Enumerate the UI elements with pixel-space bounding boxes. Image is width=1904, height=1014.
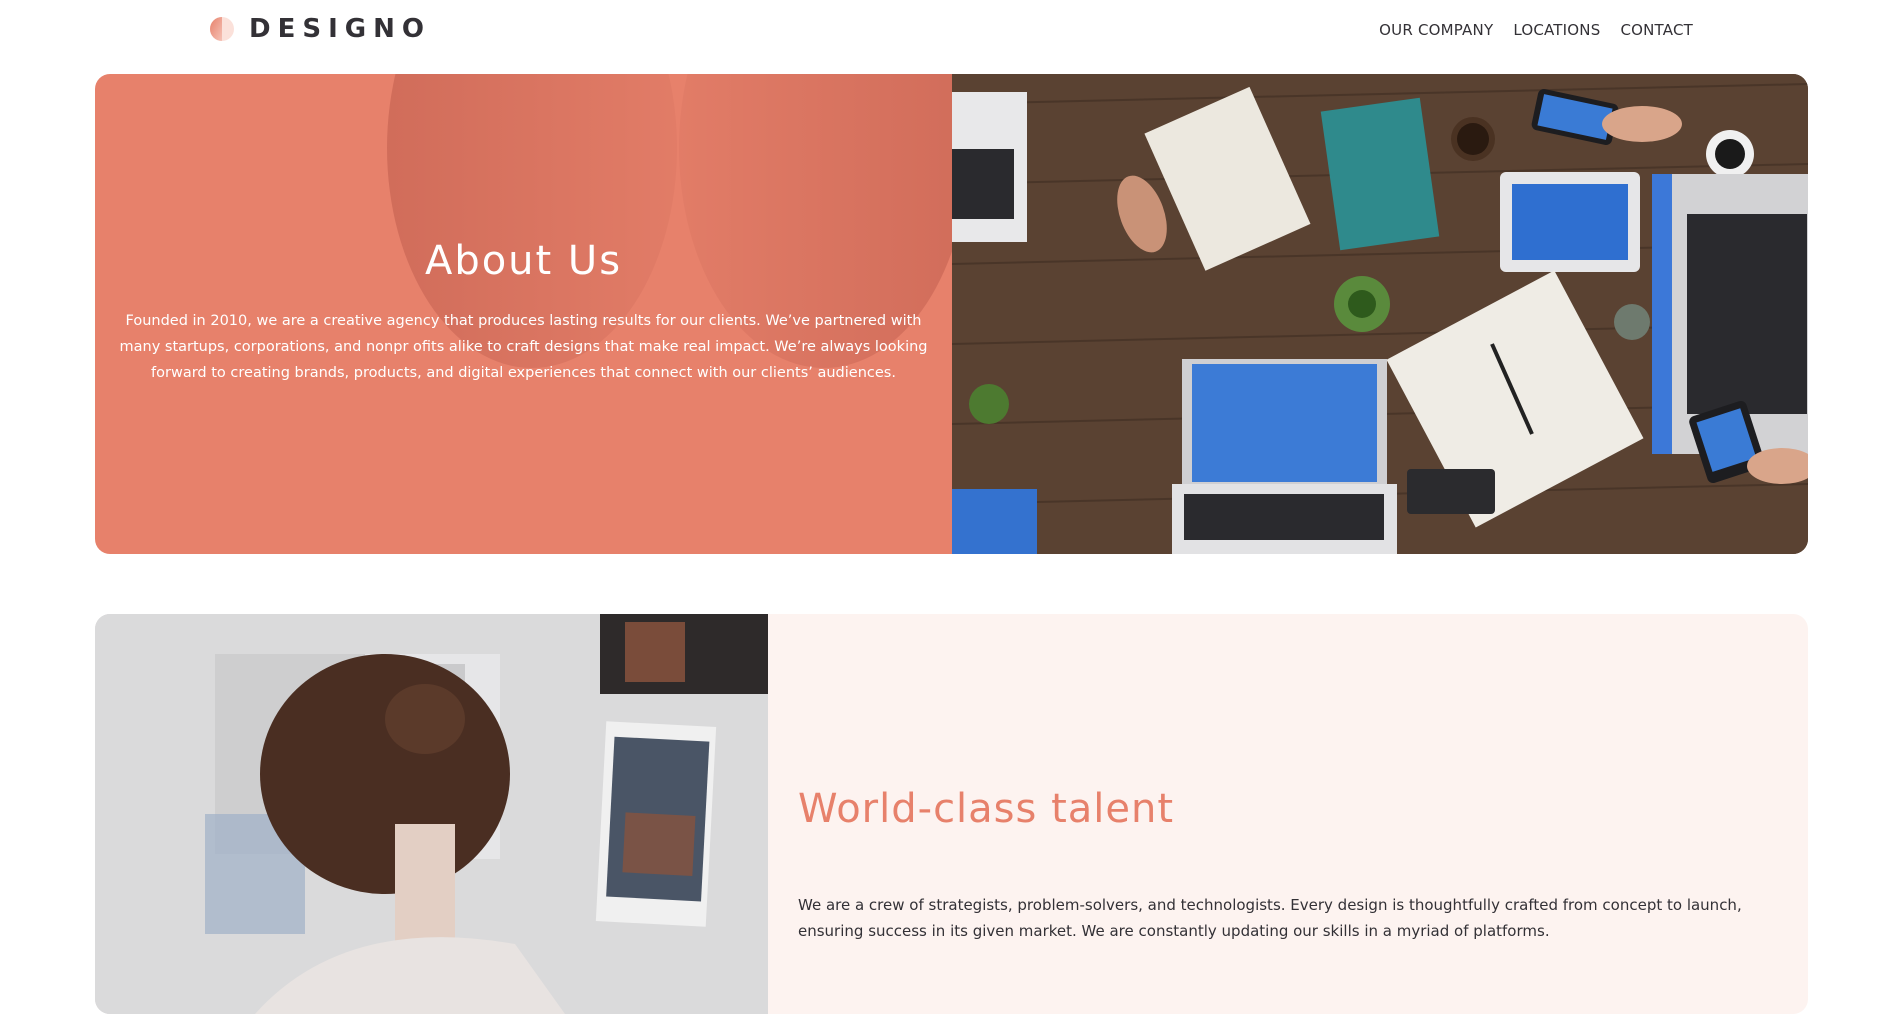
nav-locations[interactable]: LOCATIONS bbox=[1513, 21, 1600, 39]
about-title: About Us bbox=[424, 238, 623, 284]
about-text: Founded in 2010, we are a creative agenc… bbox=[119, 313, 928, 381]
talent-content: World-class talent We are a crew of stra… bbox=[768, 614, 1808, 1014]
about-section: About Us Founded in 2010, we are a creat… bbox=[95, 74, 1808, 554]
logo[interactable]: DESIGNO bbox=[209, 14, 431, 44]
logo-text: DESIGNO bbox=[249, 14, 431, 44]
woman-photo-illustration bbox=[95, 614, 768, 1014]
about-image bbox=[952, 74, 1808, 554]
desk-photo-illustration bbox=[952, 74, 1808, 554]
talent-title: World-class talent bbox=[798, 786, 1175, 832]
talent-text: We are a crew of strategists, problem-so… bbox=[798, 896, 1742, 940]
main-nav: OUR COMPANY LOCATIONS CONTACT bbox=[1379, 21, 1693, 39]
talent-image bbox=[95, 614, 768, 1014]
nav-contact[interactable]: CONTACT bbox=[1620, 21, 1693, 39]
nav-our-company[interactable]: OUR COMPANY bbox=[1379, 21, 1493, 39]
site-header: DESIGNO OUR COMPANY LOCATIONS CONTACT bbox=[0, 0, 1904, 74]
logo-icon bbox=[210, 17, 234, 41]
talent-section: World-class talent We are a crew of stra… bbox=[95, 614, 1808, 1014]
about-panel: About Us Founded in 2010, we are a creat… bbox=[95, 74, 952, 554]
